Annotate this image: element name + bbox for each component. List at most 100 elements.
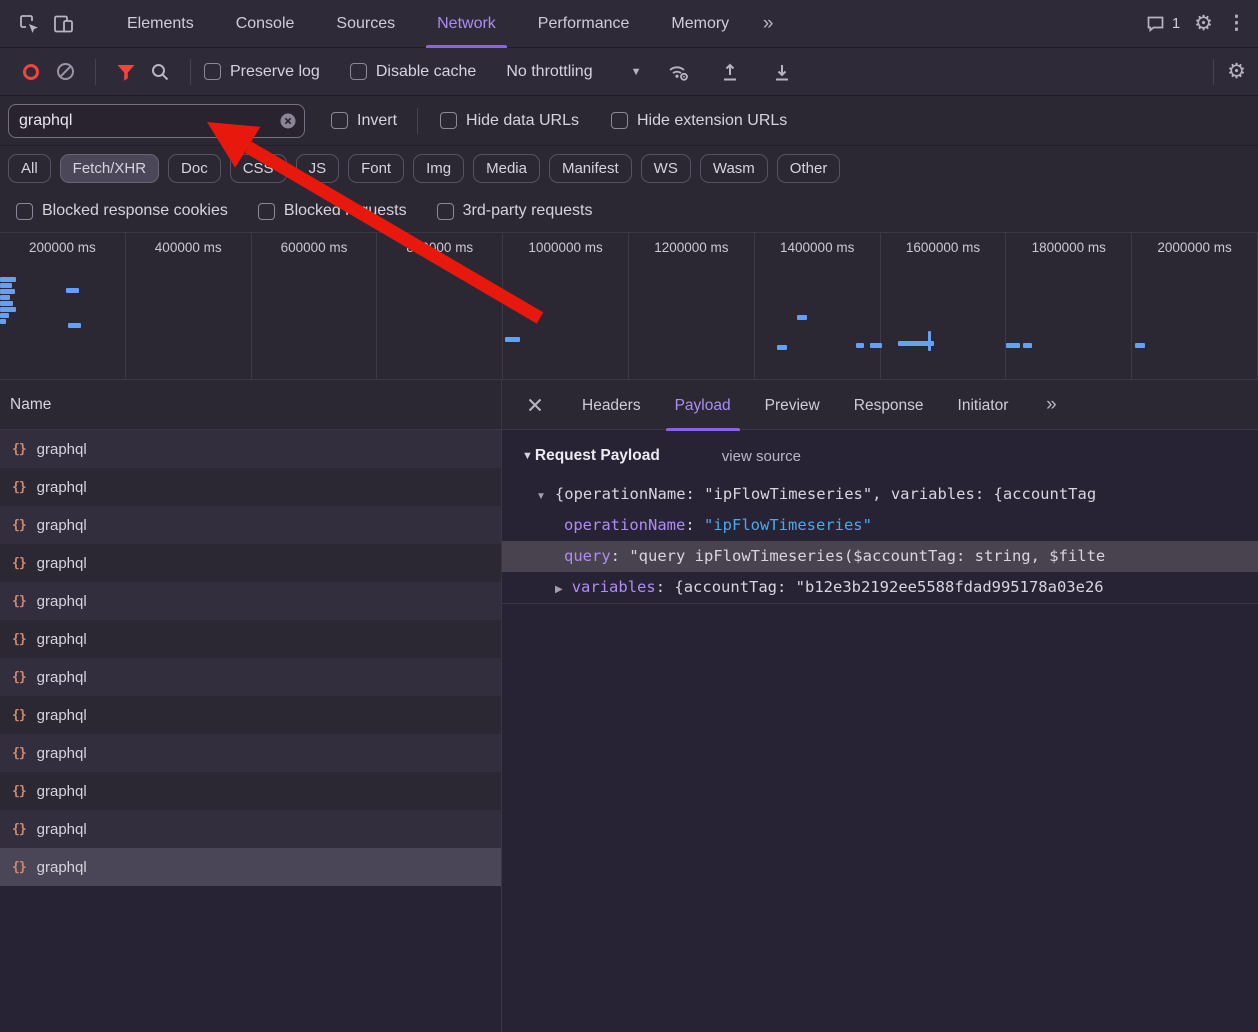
detail-tab-preview[interactable]: Preview: [748, 381, 837, 431]
invert-checkbox[interactable]: Invert: [331, 112, 397, 130]
filter-chip-all[interactable]: All: [8, 154, 51, 183]
waterfall-bar: [505, 337, 520, 342]
filter-chip-other[interactable]: Other: [777, 154, 841, 183]
checkbox-label: Invert: [357, 112, 397, 130]
detail-tab-initiator[interactable]: Initiator: [941, 381, 1026, 431]
detail-tab-payload[interactable]: Payload: [658, 381, 748, 431]
request-name: graphql: [37, 593, 87, 610]
more-detail-tabs-icon[interactable]: »: [1033, 388, 1067, 422]
name-column-header[interactable]: Name: [0, 380, 501, 430]
network-conditions-icon[interactable]: [661, 55, 695, 89]
request-row[interactable]: {}graphql: [0, 544, 501, 582]
throttling-select[interactable]: No throttling ▼: [506, 63, 641, 81]
tab-performance[interactable]: Performance: [517, 0, 651, 48]
network-toolbar: Preserve log Disable cache No throttling…: [0, 48, 1258, 96]
request-row[interactable]: {}graphql: [0, 620, 501, 658]
filter-chip-fetch-xhr[interactable]: Fetch/XHR: [60, 154, 159, 183]
blocked-response-cookies-checkbox[interactable]: Blocked response cookies: [16, 202, 228, 220]
device-toolbar-icon[interactable]: [46, 7, 80, 41]
request-row[interactable]: {}graphql: [0, 810, 501, 848]
payload-segment: : {accountTag: "b12e3b2192ee5588fdad9951…: [656, 578, 1104, 596]
network-overview-timeline[interactable]: 200000 ms400000 ms600000 ms800000 ms1000…: [0, 232, 1258, 380]
record-network-log-icon[interactable]: [14, 55, 48, 89]
request-row[interactable]: {}graphql: [0, 848, 501, 886]
kebab-menu-icon[interactable]: ⋮: [1227, 14, 1246, 33]
preserve-log-checkbox[interactable]: Preserve log: [204, 63, 320, 81]
request-row[interactable]: {}graphql: [0, 468, 501, 506]
request-name: graphql: [37, 441, 87, 458]
request-row[interactable]: {}graphql: [0, 696, 501, 734]
checkbox-box: [331, 112, 348, 129]
clear-filter-icon[interactable]: [279, 112, 297, 130]
request-row[interactable]: {}graphql: [0, 506, 501, 544]
main-tab-bar: ElementsConsoleSourcesNetworkPerformance…: [0, 0, 1258, 48]
filter-input-box: [8, 104, 305, 138]
tab-memory[interactable]: Memory: [650, 0, 750, 48]
request-payload-section-header[interactable]: ▼ Request Payload view source: [522, 447, 1258, 465]
request-list: {}graphql{}graphql{}graphql{}graphql{}gr…: [0, 430, 501, 886]
checkbox-box: [440, 112, 457, 129]
request-row[interactable]: {}graphql: [0, 658, 501, 696]
request-name: graphql: [37, 745, 87, 762]
tab-console[interactable]: Console: [215, 0, 316, 48]
clear-network-log-icon[interactable]: [48, 55, 82, 89]
timeline-bars: [0, 233, 1258, 379]
tab-network[interactable]: Network: [416, 0, 517, 48]
filter-chip-img[interactable]: Img: [413, 154, 464, 183]
more-tabs-icon[interactable]: »: [750, 7, 784, 41]
filter-chip-ws[interactable]: WS: [641, 154, 691, 183]
divider: [95, 59, 96, 85]
filter-chip-manifest[interactable]: Manifest: [549, 154, 632, 183]
inspect-element-icon[interactable]: [12, 7, 46, 41]
payload-segment: "ipFlowTimeseries": [704, 516, 872, 534]
network-main-area: Name {}graphql{}graphql{}graphql{}graphq…: [0, 380, 1258, 1032]
filter-icon[interactable]: [109, 55, 143, 89]
waterfall-bar: [0, 307, 16, 312]
expanded-arrow-icon[interactable]: ▼: [536, 481, 546, 510]
request-name: graphql: [37, 821, 87, 838]
disable-cache-checkbox[interactable]: Disable cache: [350, 63, 477, 81]
payload-line[interactable]: ▶variables: {accountTag: "b12e3b2192ee55…: [502, 572, 1258, 603]
filter-chip-css[interactable]: CSS: [230, 154, 287, 183]
expanded-arrow-icon[interactable]: ▼: [522, 450, 533, 462]
view-source-link[interactable]: view source: [722, 448, 801, 465]
waterfall-bar: [66, 288, 79, 293]
tab-sources[interactable]: Sources: [315, 0, 416, 48]
checkbox-label: Hide extension URLs: [637, 112, 787, 130]
filter-input[interactable]: [8, 104, 305, 138]
console-messages-badge[interactable]: 1: [1146, 15, 1180, 33]
payload-tree: ▼{operationName: "ipFlowTimeseries", var…: [502, 479, 1258, 604]
filter-chip-wasm[interactable]: Wasm: [700, 154, 768, 183]
export-har-icon[interactable]: [765, 55, 799, 89]
payload-line[interactable]: ▼{operationName: "ipFlowTimeseries", var…: [502, 479, 1258, 510]
checkbox-box: [16, 203, 33, 220]
filter-chip-media[interactable]: Media: [473, 154, 540, 183]
blocked-requests-checkbox[interactable]: Blocked requests: [258, 202, 407, 220]
filter-chip-js[interactable]: JS: [296, 154, 340, 183]
hide-data-urls-checkbox[interactable]: Hide data URLs: [440, 112, 579, 130]
detail-tab-headers[interactable]: Headers: [565, 381, 658, 431]
waterfall-bar: [797, 315, 807, 320]
payload-line[interactable]: operationName: "ipFlowTimeseries": [502, 510, 1258, 541]
detail-tab-response[interactable]: Response: [837, 381, 941, 431]
close-icon[interactable]: [518, 388, 552, 422]
request-row[interactable]: {}graphql: [0, 582, 501, 620]
filter-chip-font[interactable]: Font: [348, 154, 404, 183]
filter-chip-doc[interactable]: Doc: [168, 154, 221, 183]
settings-gear-icon[interactable]: ⚙: [1194, 13, 1213, 34]
3rd-party-requests-checkbox[interactable]: 3rd-party requests: [437, 202, 593, 220]
waterfall-bar: [0, 319, 6, 324]
hide-extension-urls-checkbox[interactable]: Hide extension URLs: [611, 112, 787, 130]
network-settings-gear-icon[interactable]: ⚙: [1227, 61, 1246, 82]
collapsed-arrow-icon[interactable]: ▶: [555, 574, 563, 603]
request-row[interactable]: {}graphql: [0, 772, 501, 810]
divider: [417, 108, 418, 134]
request-row[interactable]: {}graphql: [0, 734, 501, 772]
tab-elements[interactable]: Elements: [106, 0, 215, 48]
json-braces-icon: {}: [12, 632, 26, 647]
payload-line[interactable]: query: "query ipFlowTimeseries($accountT…: [502, 541, 1258, 572]
waterfall-bar: [777, 345, 787, 350]
search-icon[interactable]: [143, 55, 177, 89]
import-har-icon[interactable]: [713, 55, 747, 89]
request-row[interactable]: {}graphql: [0, 430, 501, 468]
